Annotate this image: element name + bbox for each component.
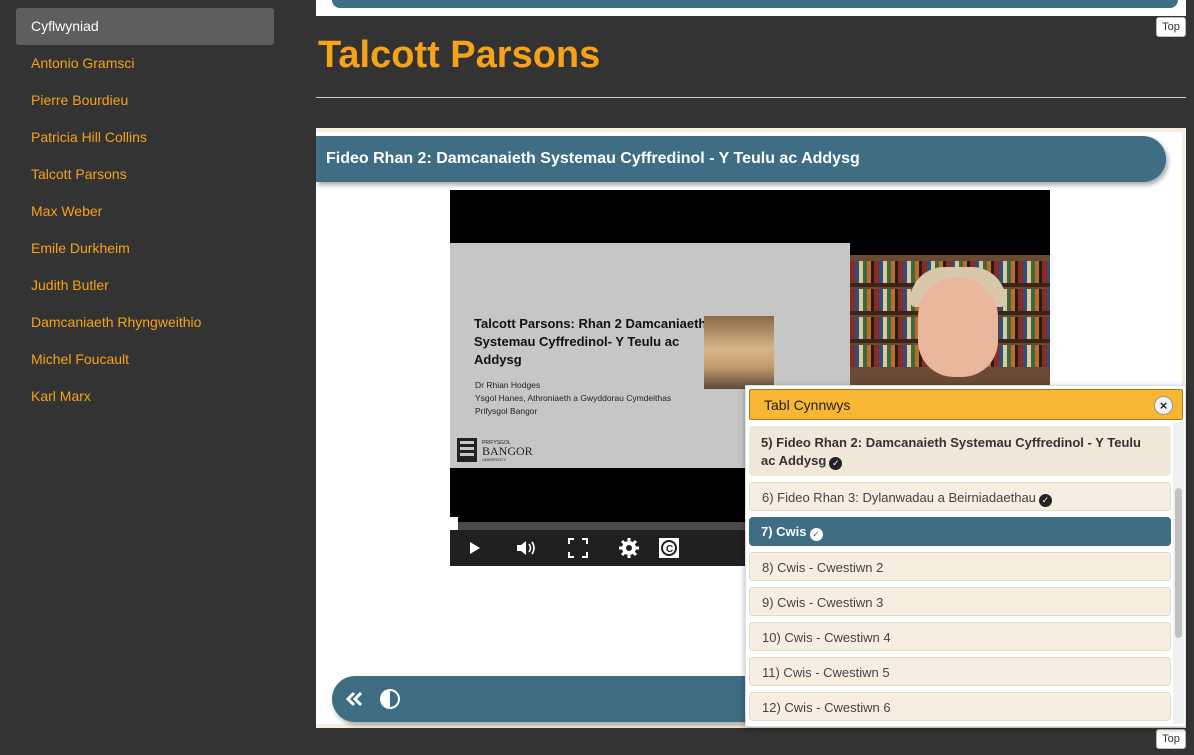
sidebar: Cyflwyniad Antonio Gramsci Pierre Bourdi…	[16, 8, 274, 415]
captions-icon[interactable]: C	[655, 534, 683, 562]
toc-item-label: 6) Fideo Rhan 3: Dylanwadau a Beirniadae…	[762, 490, 1036, 505]
bottom-navigation	[332, 676, 752, 722]
presenter-face	[918, 277, 998, 377]
table-of-contents: Tabl Cynnwys × 5) Fideo Rhan 2: Damcanai…	[745, 385, 1186, 727]
toc-header: Tabl Cynnwys ×	[749, 389, 1183, 420]
sidebar-item-cyflwyniad[interactable]: Cyflwyniad	[16, 8, 274, 45]
toc-scrollbar[interactable]	[1173, 422, 1184, 724]
previous-banner	[332, 0, 1178, 8]
sidebar-item-antonio-gramsci[interactable]: Antonio Gramsci	[16, 45, 274, 82]
toc-item-label: 11) Cwis - Cwestiwn 5	[762, 665, 890, 680]
page: Cyflwyniad Antonio Gramsci Pierre Bourdi…	[0, 0, 1194, 755]
toc-item-6[interactable]: 6) Fideo Rhan 3: Dylanwadau a Beirniadae…	[749, 482, 1171, 511]
sidebar-item-michel-foucault[interactable]: Michel Foucault	[16, 341, 274, 378]
toc-item-label: 8) Cwis - Cwestiwn 2	[762, 560, 884, 575]
sidebar-item-karl-marx[interactable]: Karl Marx	[16, 378, 274, 415]
volume-icon[interactable]	[512, 534, 540, 562]
slide-author: Dr Rhian Hodges	[475, 380, 541, 390]
toc-item-9[interactable]: 9) Cwis - Cwestiwn 3	[749, 587, 1171, 616]
sidebar-item-talcott-parsons[interactable]: Talcott Parsons	[16, 156, 274, 193]
toc-scrollbar-thumb[interactable]	[1175, 488, 1182, 638]
play-icon[interactable]	[460, 534, 488, 562]
toc-item-8[interactable]: 8) Cwis - Cwestiwn 2	[749, 552, 1171, 581]
top-button[interactable]: Top	[1156, 17, 1186, 37]
logo-small-bottom: UNIVERSITY	[482, 457, 506, 462]
sidebar-item-emile-durkheim[interactable]: Emile Durkheim	[16, 230, 274, 267]
sidebar-item-pierre-bourdieu[interactable]: Pierre Bourdieu	[16, 82, 274, 119]
toc-item-label: 7) Cwis	[761, 524, 807, 539]
toc-item-5[interactable]: 5) Fideo Rhan 2: Damcanaieth Systemau Cy…	[749, 426, 1171, 476]
sidebar-item-patricia-hill-collins[interactable]: Patricia Hill Collins	[16, 119, 274, 156]
title-divider	[316, 97, 1186, 98]
double-chevron-left-icon[interactable]	[340, 685, 368, 713]
bangor-logo: PRIFYSGOL BANGOR UNIVERSITY	[457, 438, 533, 462]
sidebar-item-judith-butler[interactable]: Judith Butler	[16, 267, 274, 304]
contrast-icon[interactable]	[376, 685, 404, 713]
previous-content-card	[316, 0, 1186, 16]
slide-school: Ysgol Hanes, Athroniaeth a Gwyddorau Cym…	[475, 393, 672, 403]
toc-item-12[interactable]: 12) Cwis - Cwestiwn 6	[749, 692, 1171, 721]
check-icon: ✓	[809, 528, 823, 541]
top-button-bottom[interactable]: Top	[1156, 729, 1186, 749]
check-icon: ✓	[1038, 494, 1052, 507]
fullscreen-icon[interactable]	[564, 534, 592, 562]
slide-title: Talcott Parsons: Rhan 2 Damcaniaeth Syst…	[474, 316, 707, 367]
toc-item-11[interactable]: 11) Cwis - Cwestiwn 5	[749, 657, 1171, 686]
section-banner-title: Fideo Rhan 2: Damcanaieth Systemau Cyffr…	[326, 150, 860, 167]
section-banner: Fideo Rhan 2: Damcanaieth Systemau Cyffr…	[316, 136, 1166, 182]
sidebar-item-max-weber[interactable]: Max Weber	[16, 193, 274, 230]
toc-title: Tabl Cynnwys	[764, 397, 851, 413]
check-icon: ✓	[829, 457, 843, 470]
slide-university: Prifysgol Bangor	[475, 406, 538, 416]
gear-icon[interactable]	[615, 534, 643, 562]
presenter-webcam	[850, 255, 1050, 385]
close-icon[interactable]: ×	[1154, 396, 1173, 415]
page-title: Talcott Parsons	[318, 34, 601, 76]
toc-item-10[interactable]: 10) Cwis - Cwestiwn 4	[749, 622, 1171, 651]
toc-item-label: 5) Fideo Rhan 2: Damcanaieth Systemau Cy…	[761, 435, 1141, 468]
toc-item-label: 12) Cwis - Cwestiwn 6	[762, 700, 891, 715]
toc-item-label: 10) Cwis - Cwestiwn 4	[762, 630, 891, 645]
toc-list: 5) Fideo Rhan 2: Damcanaieth Systemau Cy…	[749, 426, 1171, 727]
toc-item-7[interactable]: 7) Cwis ✓	[749, 517, 1171, 546]
toc-item-label: 9) Cwis - Cwestiwn 3	[762, 595, 884, 610]
slide-presenter-photo	[704, 316, 774, 389]
logo-text: BANGOR	[482, 444, 533, 458]
sidebar-item-damcaniaeth-rhyngweithio[interactable]: Damcaniaeth Rhyngweithio	[16, 304, 274, 341]
svg-text:C: C	[666, 544, 673, 555]
